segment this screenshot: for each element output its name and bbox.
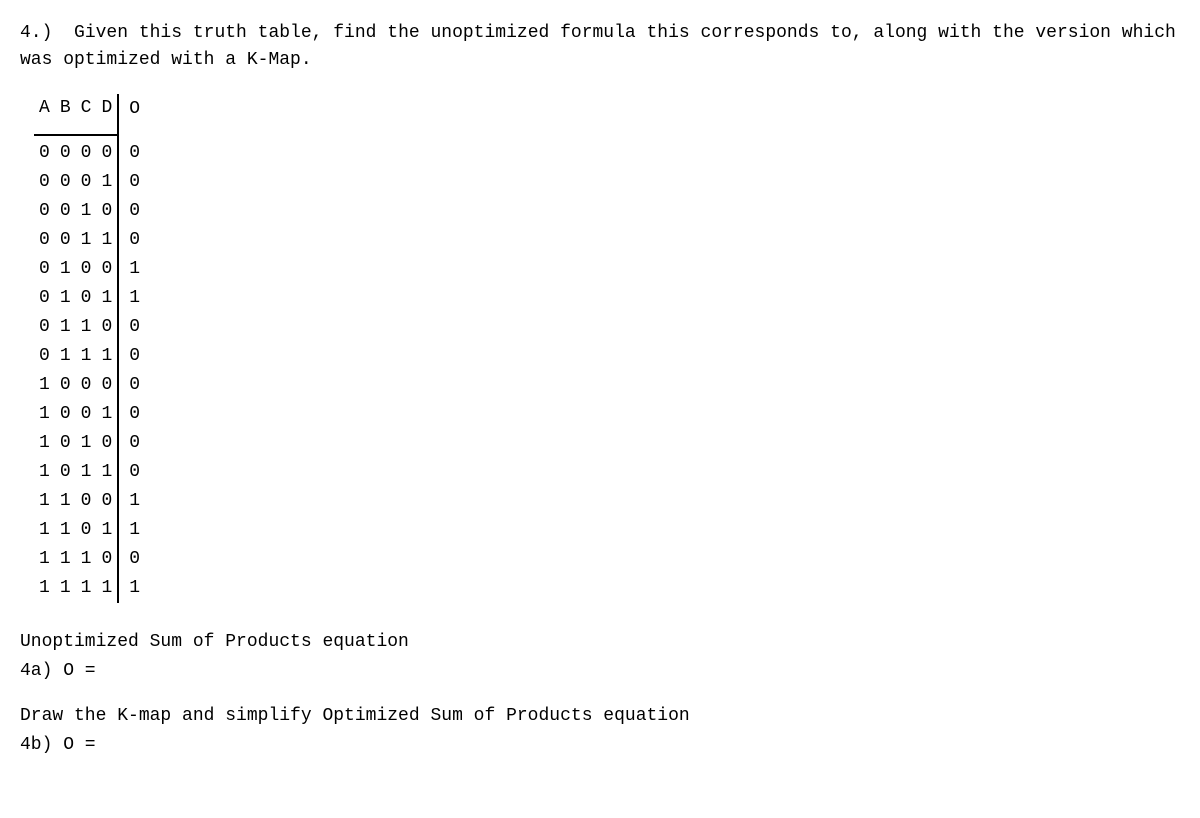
table-row: 10100	[34, 429, 145, 458]
table-row: 00010	[34, 168, 145, 197]
table-row: 01001	[34, 255, 145, 284]
table-row: 10000	[34, 371, 145, 400]
truth-table: A B C D O 00000 00010 00100 00110 01001 …	[34, 94, 145, 603]
part-a-label: Unoptimized Sum of Products equation	[20, 629, 1180, 656]
table-row: 11100	[34, 545, 145, 574]
question-prompt: 4.) Given this truth table, find the uno…	[20, 20, 1180, 74]
table-row: 11111	[34, 574, 145, 603]
table-body: 00000 00010 00100 00110 01001 01011 0110…	[34, 135, 145, 603]
col-header-c: C	[76, 94, 97, 135]
col-header-o: O	[118, 94, 145, 135]
question-text-body: Given this truth table, find the unoptim…	[20, 23, 1187, 70]
part-a-prompt: 4a) O =	[20, 658, 1180, 685]
table-row: 01011	[34, 284, 145, 313]
table-row: 01110	[34, 342, 145, 371]
table-row: 00100	[34, 197, 145, 226]
table-row: 10110	[34, 458, 145, 487]
table-row: 10010	[34, 400, 145, 429]
col-header-d: D	[96, 94, 118, 135]
part-b-prompt: 4b) O =	[20, 732, 1180, 759]
table-header-row: A B C D O	[34, 94, 145, 135]
part-b-label: Draw the K-map and simplify Optimized Su…	[20, 703, 1180, 730]
table-row: 00110	[34, 226, 145, 255]
table-row: 00000	[34, 135, 145, 168]
col-header-a: A	[34, 94, 55, 135]
table-row: 11011	[34, 516, 145, 545]
question-number: 4.)	[20, 23, 52, 43]
table-row: 11001	[34, 487, 145, 516]
col-header-b: B	[55, 94, 76, 135]
table-row: 01100	[34, 313, 145, 342]
